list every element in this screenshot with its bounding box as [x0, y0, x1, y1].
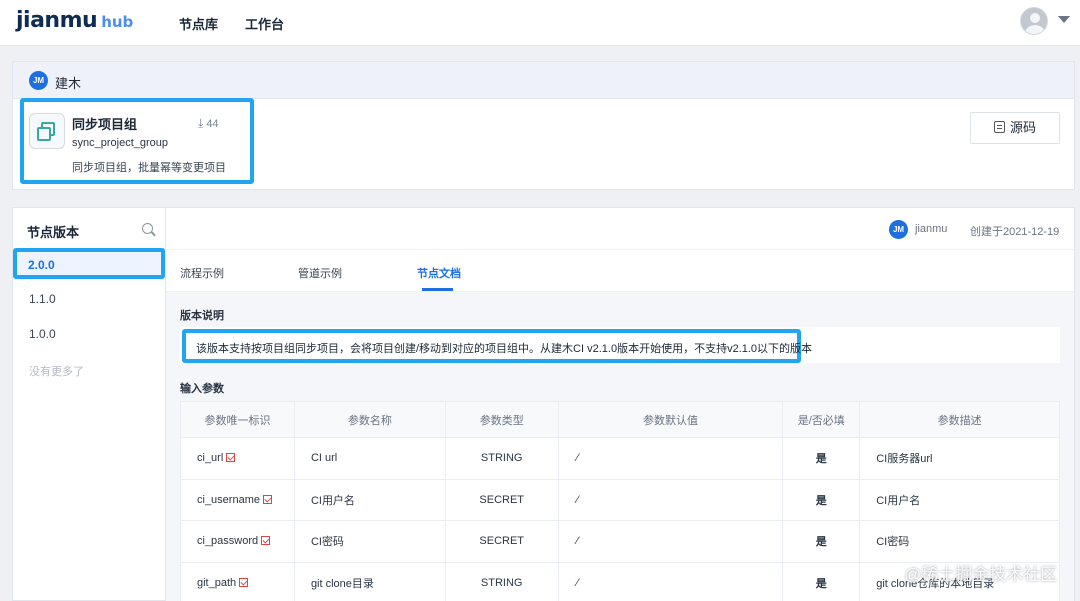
version-item-1-1-0[interactable]: 1.1.0	[29, 292, 56, 306]
top-nav: jianmu hub 节点库 工作台	[0, 0, 1080, 46]
param-key: git_path	[197, 576, 237, 589]
no-more-text: 没有更多了	[29, 366, 84, 378]
owner-name[interactable]: 建木	[55, 73, 81, 92]
param-key-cell: ci_password	[180, 520, 295, 563]
column-header: 参数唯一标识	[180, 401, 295, 438]
param-type: SECRET	[444, 520, 559, 563]
download-count-value: 44	[206, 118, 219, 130]
param-key: ci_username	[197, 493, 260, 506]
column-header: 参数名称	[293, 401, 446, 438]
param-key-cell: ci_url	[180, 437, 295, 480]
creator-badge-icon: JM	[889, 220, 908, 239]
param-type: STRING	[444, 437, 559, 480]
doc-tabs: 流程示例 管道示例 节点文档	[166, 250, 1074, 292]
param-name: CI密码	[293, 520, 446, 563]
meta-row: JM jianmu 创建于2021-12-19	[166, 208, 1074, 250]
table-row: ci_password CI密码 SECRET ⁄ 是 CI密码	[180, 520, 1060, 563]
table-row: ci_url CI url STRING ⁄ 是 CI服务器url	[180, 437, 1060, 480]
search-icon[interactable]	[142, 223, 153, 234]
main-panel: JM jianmu 创建于2021-12-19 流程示例 管道示例 节点文档 版…	[166, 207, 1075, 601]
param-required: 是	[782, 520, 861, 563]
owner-bar: JM 建木	[13, 62, 1074, 99]
column-header: 参数描述	[859, 401, 1060, 438]
version-item-active[interactable]: 2.0.0	[13, 248, 165, 279]
param-default: ⁄	[557, 561, 784, 601]
logo[interactable]: jianmu hub	[16, 8, 133, 36]
user-avatar[interactable]	[1020, 7, 1048, 35]
version-panel-header: 节点版本	[13, 208, 165, 249]
version-item-active-label: 2.0.0	[28, 258, 55, 272]
param-key-cell: ci_username	[180, 478, 295, 521]
tab-workflow-example[interactable]: 流程示例	[180, 265, 224, 281]
node-title: 同步项目组	[72, 117, 138, 132]
table-row: ci_username CI用户名 SECRET ⁄ 是 CI用户名	[180, 478, 1060, 521]
param-required: 是	[782, 561, 861, 601]
param-type: SECRET	[444, 478, 559, 521]
param-default: ⁄	[557, 478, 784, 521]
source-code-icon	[993, 121, 1005, 133]
version-notes-heading: 版本说明	[180, 310, 224, 322]
param-default: ⁄	[557, 437, 784, 480]
input-params-heading: 输入参数	[180, 383, 224, 395]
node-info-highlight: 同步项目组 ⤓ 44 sync_project_group 同步项目组，批量幂等变…	[20, 98, 254, 184]
param-required: 是	[782, 437, 861, 480]
column-header: 参数默认值	[557, 401, 784, 438]
param-name: CI用户名	[293, 478, 446, 521]
param-key-cell: git_path	[180, 561, 295, 601]
column-header: 参数类型	[444, 401, 559, 438]
param-key: ci_password	[197, 535, 259, 548]
source-button-label: 源码	[1009, 120, 1036, 135]
node-ref: sync_project_group	[72, 137, 169, 149]
param-required: 是	[782, 478, 861, 521]
tab-pipeline-example[interactable]: 管道示例	[298, 265, 342, 281]
creator-name: jianmu	[915, 223, 948, 235]
version-notes-text: 该版本支持按项目组同步项目，会将项目创建/移动到对应的项目组中。从建木CI v2…	[196, 343, 813, 355]
param-name: CI url	[293, 437, 446, 480]
created-date: 创建于2021-12-19	[970, 226, 1060, 238]
tab-node-docs[interactable]: 节点文档	[417, 265, 461, 281]
node-description: 同步项目组，批量幂等变更项目	[72, 162, 226, 174]
param-description: CI用户名	[859, 478, 1060, 521]
param-default: ⁄	[557, 520, 784, 563]
version-panel-title: 节点版本	[27, 225, 80, 240]
param-description: CI密码	[859, 520, 1060, 563]
table-header-row: 参数唯一标识 参数名称 参数类型 参数默认值 是/否必填 参数描述	[180, 401, 1060, 438]
node-logo-shape-front	[37, 127, 51, 141]
source-code-button[interactable]: 源码	[970, 112, 1060, 144]
nav-node-library[interactable]: 节点库	[179, 14, 218, 33]
param-type: STRING	[444, 561, 559, 601]
param-description: CI服务器url	[859, 437, 1060, 480]
column-header: 是/否必填	[782, 401, 861, 438]
version-item-1-0-0[interactable]: 1.0.0	[29, 327, 56, 341]
download-icon: ⤓	[198, 116, 204, 130]
watermark: @稀土掘金技术社区	[904, 565, 1058, 584]
active-tab-indicator	[422, 288, 453, 291]
required-check-icon	[262, 494, 272, 504]
chevron-down-icon[interactable]	[1058, 16, 1070, 23]
node-logo-icon	[29, 113, 65, 149]
required-check-icon	[261, 536, 271, 546]
avatar-head-shape	[1030, 13, 1040, 23]
logo-sub-text: hub	[101, 13, 134, 31]
version-notes-highlight: 该版本支持按项目组同步项目，会将项目创建/移动到对应的项目组中。从建木CI v2…	[182, 329, 812, 363]
owner-badge-icon: JM	[29, 71, 48, 90]
required-check-icon	[226, 453, 236, 463]
avatar-body-shape	[1025, 25, 1045, 34]
required-check-icon	[239, 577, 249, 587]
param-key: ci_url	[197, 452, 224, 465]
nav-workbench[interactable]: 工作台	[245, 14, 284, 33]
download-count: ⤓ 44	[198, 116, 219, 131]
param-name: git clone目录	[293, 561, 446, 601]
logo-main-text: jianmu	[16, 8, 98, 33]
